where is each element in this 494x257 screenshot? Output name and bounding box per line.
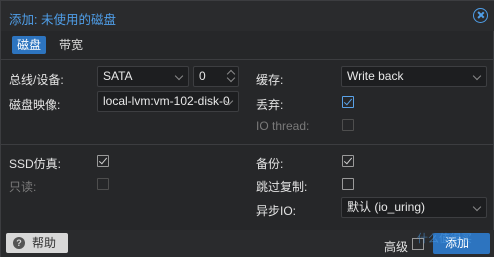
backup-label: 备份: [256, 157, 284, 171]
add-disk-dialog: 添加: 未使用的磁盘 磁盘 带宽 总线/设备: SATA 0 磁盘映像: loc… [0, 0, 494, 257]
tab-disk[interactable]: 磁盘 [12, 36, 47, 54]
tab-bandwidth[interactable]: 带宽 [54, 36, 88, 54]
chevron-down-icon [472, 71, 482, 81]
disk-image-value: local-lvm:vm-102-disk-0 [103, 94, 230, 108]
question-icon: ? [13, 237, 25, 249]
backup-checkbox[interactable] [342, 155, 354, 167]
bus-device-label: 总线/设备: [9, 73, 64, 87]
discard-label: 丢弃: [256, 98, 284, 112]
spinner-icon[interactable] [227, 69, 235, 84]
chevron-down-icon [174, 71, 184, 81]
skip-replication-checkbox[interactable] [342, 178, 354, 190]
ssd-emulation-checkbox[interactable] [97, 155, 109, 167]
dialog-title: 添加: 未使用的磁盘 [9, 13, 116, 27]
io-thread-label: IO thread: [256, 119, 310, 133]
device-number-value: 0 [199, 69, 206, 83]
chevron-down-icon [472, 202, 482, 212]
skip-replication-label: 跳过复制: [256, 180, 308, 194]
device-number-stepper[interactable]: 0 [193, 66, 239, 87]
help-button[interactable]: ? 帮助 [6, 233, 68, 253]
read-only-checkbox[interactable] [97, 178, 109, 190]
dialog-titlebar: 添加: 未使用的磁盘 [1, 1, 494, 31]
cache-label: 缓存: [256, 73, 284, 87]
advanced-divider [1, 144, 494, 145]
dialog-footer: ? 帮助 高级 添加 什么值得买 [1, 230, 494, 257]
discard-checkbox[interactable] [342, 96, 354, 108]
async-io-label: 异步IO: [256, 204, 297, 218]
async-io-value: 默认 (io_uring) [347, 200, 426, 214]
advanced-label: 高级 [384, 240, 409, 254]
dialog-tabs: 磁盘 带宽 [1, 31, 494, 59]
bus-select[interactable]: SATA [97, 66, 189, 87]
divider [1, 59, 494, 60]
io-thread-checkbox[interactable] [342, 119, 354, 131]
cache-select[interactable]: Write back [341, 66, 487, 87]
disk-image-label: 磁盘映像: [9, 98, 61, 112]
watermark: 什么值得买 [417, 233, 472, 245]
cache-value: Write back [347, 69, 404, 83]
disk-image-select[interactable]: local-lvm:vm-102-disk-0 [97, 91, 239, 112]
bus-value: SATA [103, 69, 133, 83]
read-only-label: 只读: [9, 180, 37, 194]
close-icon[interactable] [473, 8, 488, 23]
async-io-select[interactable]: 默认 (io_uring) [341, 197, 487, 218]
help-label: 帮助 [32, 236, 57, 250]
ssd-emulation-label: SSD仿真: [9, 157, 62, 171]
